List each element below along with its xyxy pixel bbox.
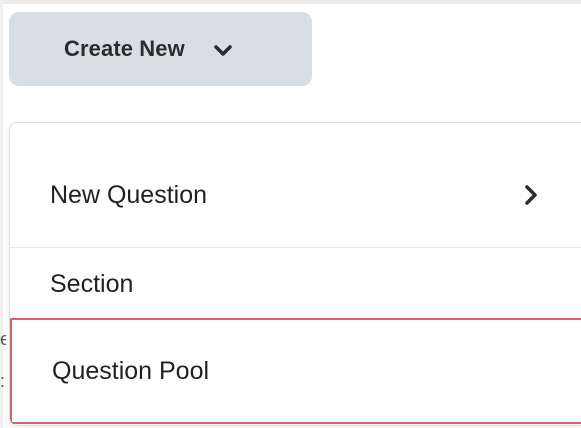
- top-divider: [0, 0, 581, 4]
- partial-background-glyph: e: [0, 330, 6, 348]
- menu-item-new-question[interactable]: New Question: [10, 143, 581, 247]
- create-new-dropdown-menu: New Question Section Question Pool: [9, 122, 581, 426]
- create-new-button[interactable]: Create New: [9, 12, 312, 86]
- left-divider: [0, 0, 3, 428]
- partial-background-glyph: :: [0, 372, 6, 390]
- menu-item-question-pool[interactable]: Question Pool: [10, 318, 581, 424]
- menu-item-label: Question Pool: [52, 356, 210, 385]
- menu-item-section[interactable]: Section: [10, 247, 581, 321]
- menu-item-label: Section: [50, 270, 134, 298]
- chevron-right-icon: [524, 184, 538, 206]
- menu-item-label: New Question: [50, 180, 208, 209]
- create-new-label: Create New: [64, 36, 185, 61]
- chevron-down-icon: [213, 44, 233, 58]
